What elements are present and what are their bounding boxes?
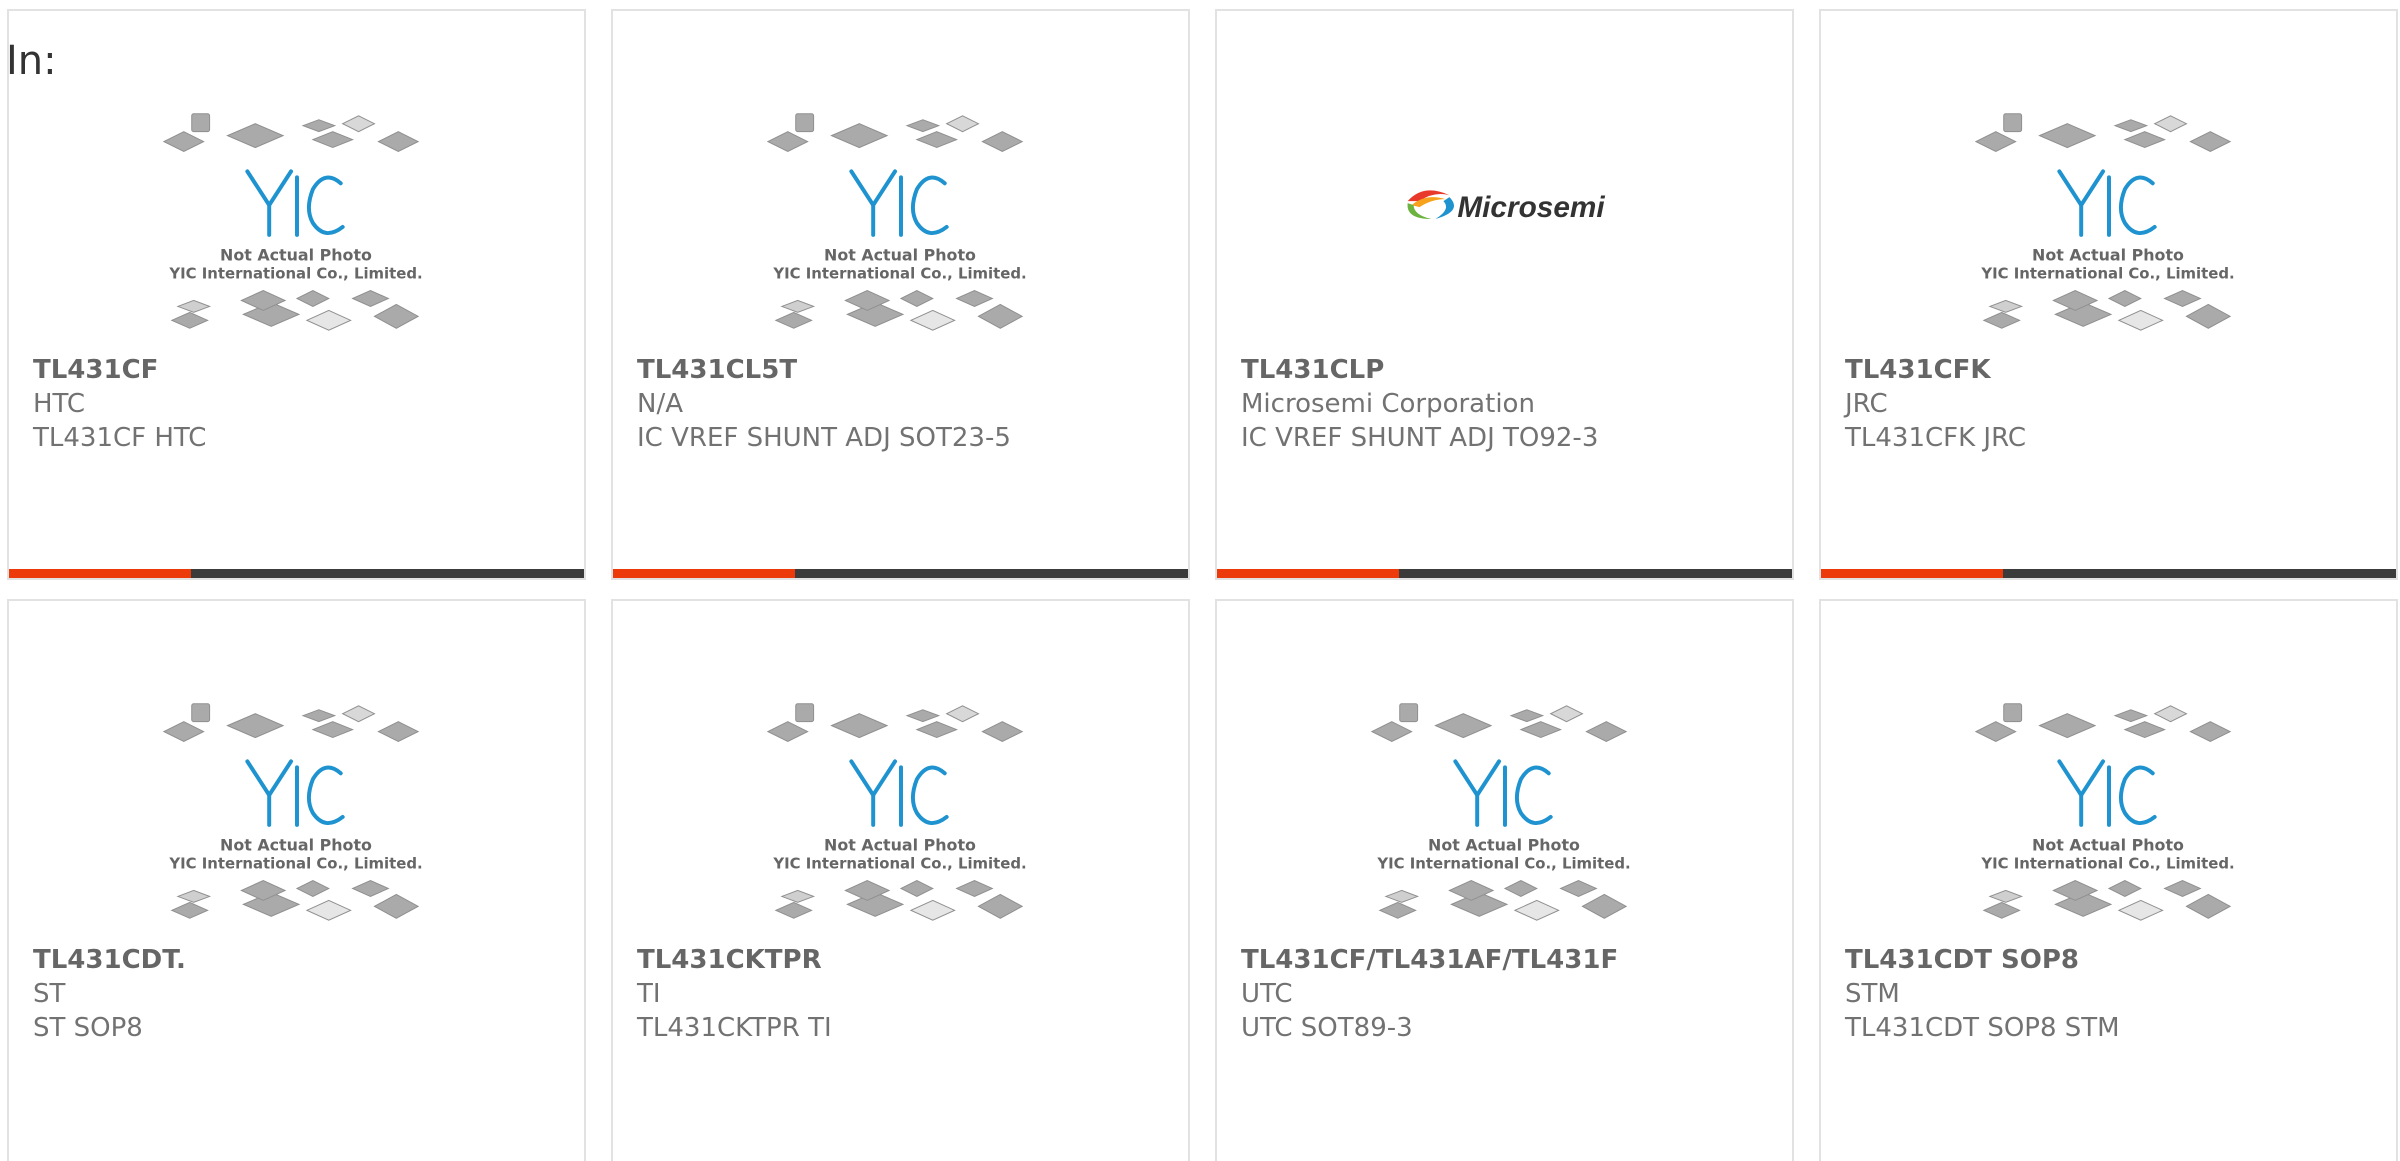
yic-company-text: YIC International Co., Limited.	[1980, 265, 2234, 283]
product-part-number[interactable]: TL431CFK	[1845, 353, 2386, 387]
product-description: IC VREF SHUNT ADJ SOT23-5	[637, 423, 1011, 453]
product-part-number[interactable]: TL431CKTPR	[637, 943, 1178, 977]
yic-company-text: YIC International Co., Limited.	[1980, 855, 2234, 873]
product-card[interactable]: YIC Not Actual Photo YIC International C…	[7, 599, 586, 1161]
product-part-number[interactable]: TL431CF/TL431AF/TL431F	[1241, 943, 1782, 977]
product-part-number[interactable]: TL431CDT.	[33, 943, 574, 977]
yic-placeholder-graphic: YIC Not Actual Photo YIC International C…	[1370, 703, 1631, 921]
product-meta: TL431CDT SOP8 STM TL431CDT SOP8 STM	[1845, 943, 2386, 1045]
product-brand: ST	[33, 979, 66, 1009]
product-description: TL431CKTPR TI	[637, 1013, 832, 1043]
product-part-number[interactable]: TL431CL5T	[637, 353, 1178, 387]
product-description: UTC SOT89-3	[1241, 1013, 1413, 1043]
card-accent-bar	[613, 569, 1188, 578]
product-image-placeholder: YIC Not Actual Photo YIC International C…	[9, 93, 584, 353]
product-grid-page: In: YIC	[0, 0, 2400, 1161]
product-description: TL431CFK JRC	[1845, 423, 2027, 453]
filter-label: In:	[6, 38, 57, 84]
product-description: IC VREF SHUNT ADJ TO92-3	[1241, 423, 1599, 453]
card-accent-bar	[9, 569, 584, 578]
product-card[interactable]: YIC Not Actual Photo YIC International C…	[1819, 599, 2398, 1161]
product-description: TL431CF HTC	[33, 423, 207, 453]
product-brand: Microsemi Corporation	[1241, 389, 1535, 419]
not-actual-photo-text: Not Actual Photo	[220, 246, 372, 265]
not-actual-photo-text: Not Actual Photo	[220, 836, 372, 855]
not-actual-photo-text: Not Actual Photo	[2032, 836, 2184, 855]
product-image-placeholder: YIC Not Actual Photo YIC International C…	[1217, 683, 1792, 943]
product-brand: N/A	[637, 389, 683, 419]
product-part-number[interactable]: TL431CLP	[1241, 353, 1782, 387]
product-card[interactable]: YIC Not Actual Photo YIC International C…	[1215, 599, 1794, 1161]
microsemi-logo: Microsemi	[1407, 190, 1605, 224]
product-part-number[interactable]: TL431CF	[33, 353, 574, 387]
product-meta: TL431CF HTC TL431CF HTC	[33, 353, 574, 455]
product-brand: JRC	[1845, 389, 1888, 419]
product-image-placeholder: YIC Not Actual Photo YIC International C…	[613, 683, 1188, 943]
card-accent-segment	[1217, 569, 1399, 578]
product-meta: TL431CFK JRC TL431CFK JRC	[1845, 353, 2386, 455]
not-actual-photo-text: Not Actual Photo	[2032, 246, 2184, 265]
product-meta: TL431CKTPR TI TL431CKTPR TI	[637, 943, 1178, 1045]
yic-company-text: YIC International Co., Limited.	[772, 265, 1026, 283]
product-image-placeholder: YIC Not Actual Photo YIC International C…	[9, 683, 584, 943]
yic-placeholder-graphic: YIC Not Actual Photo YIC International C…	[1974, 703, 2235, 921]
product-meta: TL431CDT. ST ST SOP8	[33, 943, 574, 1045]
card-accent-segment	[613, 569, 795, 578]
yic-placeholder-graphic: YIC Not Actual Photo YIC International C…	[766, 703, 1027, 921]
yic-placeholder-graphic: YIC Not Actual Photo YIC International C…	[1974, 113, 2235, 331]
product-meta: TL431CF/TL431AF/TL431F UTC UTC SOT89-3	[1241, 943, 1782, 1045]
product-description: ST SOP8	[33, 1013, 143, 1043]
product-part-number[interactable]: TL431CDT SOP8	[1845, 943, 2386, 977]
product-image-placeholder: YIC Not Actual Photo YIC International C…	[613, 93, 1188, 353]
yic-placeholder-graphic: YIC Not Actual Photo YIC International C…	[162, 113, 423, 331]
product-card[interactable]: YIC Not Actual Photo YIC International C…	[1819, 9, 2398, 580]
not-actual-photo-text: Not Actual Photo	[824, 836, 976, 855]
product-card[interactable]: YIC Not Actual Photo YIC International C…	[7, 9, 586, 580]
microsemi-logo-image: Microsemi	[1217, 93, 1792, 353]
microsemi-logo-text: Microsemi	[1457, 191, 1605, 224]
product-meta: TL431CLP Microsemi Corporation IC VREF S…	[1241, 353, 1782, 455]
product-brand: TI	[637, 979, 661, 1009]
product-meta: TL431CL5T N/A IC VREF SHUNT ADJ SOT23-5	[637, 353, 1178, 455]
yic-placeholder-graphic: YIC Not Actual Photo YIC International C…	[766, 113, 1027, 331]
card-accent-bar	[1821, 569, 2396, 578]
product-card[interactable]: YIC Not Actual Photo YIC International C…	[611, 599, 1190, 1161]
not-actual-photo-text: Not Actual Photo	[1428, 836, 1580, 855]
product-card[interactable]: YIC Not Actual Photo YIC International C…	[611, 9, 1190, 580]
product-brand: STM	[1845, 979, 1900, 1009]
product-brand: HTC	[33, 389, 86, 419]
yic-company-text: YIC International Co., Limited.	[168, 265, 422, 283]
product-image-placeholder: YIC Not Actual Photo YIC International C…	[1821, 93, 2396, 353]
yic-company-text: YIC International Co., Limited.	[1376, 855, 1630, 873]
product-image-placeholder: YIC Not Actual Photo YIC International C…	[1821, 683, 2396, 943]
card-accent-segment	[9, 569, 191, 578]
product-brand: UTC	[1241, 979, 1293, 1009]
product-card[interactable]: Microsemi TL431CLP Microsemi Corporation…	[1215, 9, 1794, 580]
product-description: TL431CDT SOP8 STM	[1845, 1013, 2120, 1043]
not-actual-photo-text: Not Actual Photo	[824, 246, 976, 265]
yic-placeholder-graphic: YIC Not Actual Photo YIC International C…	[162, 703, 423, 921]
yic-company-text: YIC International Co., Limited.	[772, 855, 1026, 873]
yic-company-text: YIC International Co., Limited.	[168, 855, 422, 873]
card-accent-bar	[1217, 569, 1792, 578]
card-accent-segment	[1821, 569, 2003, 578]
